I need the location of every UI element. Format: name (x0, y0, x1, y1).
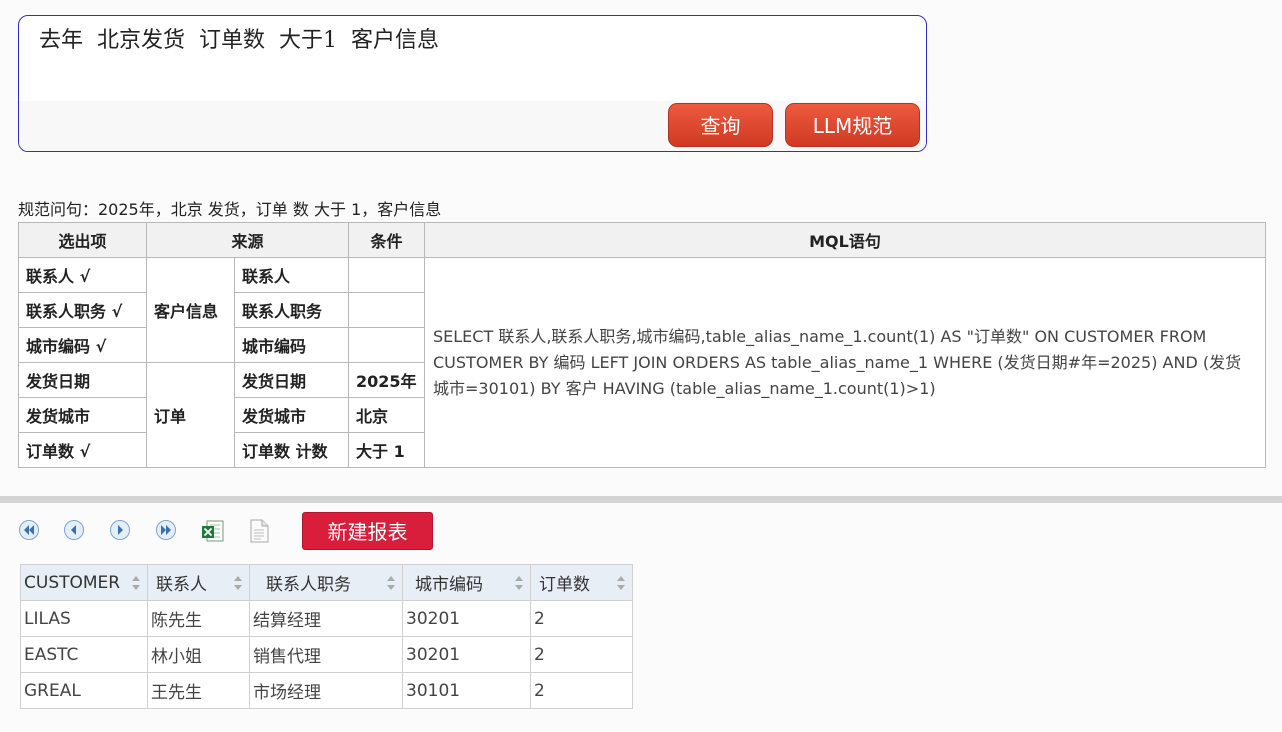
table-cell: LILAS (20, 600, 148, 637)
header-source: 来源 (146, 222, 349, 258)
next-page-icon[interactable] (109, 519, 131, 541)
analysis-header-row: 选出项 来源 条件 MQL语句 (18, 222, 1266, 258)
first-page-icon[interactable] (18, 519, 40, 541)
document-icon[interactable] (247, 519, 269, 543)
analysis-row: 联系人 √ 客户信息 联系人 SELECT 联系人,联系人职务,城市编码,tab… (18, 257, 1266, 468)
results-header-row: CUSTOMER 联系人 联系人职务 城市编码 订单数 (20, 564, 633, 601)
select-item: 发货日期 (18, 362, 147, 398)
new-report-button[interactable]: 新建报表 (302, 512, 433, 550)
condition-item: 2025年 (348, 362, 425, 398)
source-item: 城市编码 (234, 327, 349, 363)
table-row[interactable]: LILAS 陈先生 结算经理 30201 2 (20, 600, 633, 637)
last-page-icon[interactable] (155, 519, 177, 541)
select-item: 联系人 √ (18, 257, 147, 293)
query-box[interactable]: 去年 北京发货 订单数 大于1 客户信息 查询 LLM规范 (18, 15, 927, 152)
table-cell: 2 (530, 636, 633, 673)
table-cell: 30201 (402, 600, 531, 637)
group-label: 订单 (146, 362, 235, 468)
prev-page-icon[interactable] (63, 519, 85, 541)
table-cell: 市场经理 (249, 672, 403, 709)
column-header[interactable]: 订单数 (530, 564, 633, 601)
select-item: 联系人职务 √ (18, 292, 147, 328)
mql-statement: SELECT 联系人,联系人职务,城市编码,table_alias_name_1… (424, 257, 1266, 468)
analysis-table: 选出项 来源 条件 MQL语句 联系人 √ 客户信息 联系人 SELECT 联系… (18, 222, 1266, 468)
condition-item (348, 327, 425, 363)
sort-icon[interactable] (386, 574, 396, 592)
query-input[interactable]: 去年 北京发货 订单数 大于1 客户信息 (39, 22, 439, 54)
sort-icon[interactable] (131, 574, 141, 592)
table-cell: 结算经理 (249, 600, 403, 637)
table-cell: 30201 (402, 636, 531, 673)
table-cell: 王先生 (147, 672, 250, 709)
table-cell: 2 (530, 600, 633, 637)
table-cell: 30101 (402, 672, 531, 709)
excel-export-icon[interactable] (201, 519, 224, 542)
search-button[interactable]: 查询 (668, 103, 773, 147)
header-condition: 条件 (348, 222, 425, 258)
table-cell: 陈先生 (147, 600, 250, 637)
sort-icon[interactable] (514, 574, 524, 592)
source-item: 联系人 (234, 257, 349, 293)
table-row[interactable]: GREAL 王先生 市场经理 30101 2 (20, 672, 633, 709)
select-item: 发货城市 (18, 397, 147, 433)
condition-item (348, 257, 425, 293)
table-cell: EASTC (20, 636, 148, 673)
column-header-label: CUSTOMER (24, 572, 121, 593)
condition-item (348, 292, 425, 328)
sort-icon[interactable] (616, 574, 626, 592)
table-cell: 2 (530, 672, 633, 709)
condition-item: 北京 (348, 397, 425, 433)
table-cell: 林小姐 (147, 636, 250, 673)
column-header-label: 订单数 (539, 575, 590, 595)
normalized-question: 规范问句：2025年，北京 发货，订单 数 大于 1，客户信息 (18, 200, 442, 219)
table-cell: GREAL (20, 672, 148, 709)
results-table: CUSTOMER 联系人 联系人职务 城市编码 订单数 LILAS 陈先生 结算… (20, 564, 633, 709)
header-select: 选出项 (18, 222, 147, 258)
column-header[interactable]: 联系人 (147, 564, 250, 601)
sort-icon[interactable] (233, 574, 243, 592)
select-item: 订单数 √ (18, 432, 147, 468)
column-header-label: 联系人职务 (266, 575, 351, 595)
column-header[interactable]: 联系人职务 (249, 564, 403, 601)
source-item: 联系人职务 (234, 292, 349, 328)
column-header-label: 联系人 (156, 575, 207, 595)
table-cell: 销售代理 (249, 636, 403, 673)
select-item: 城市编码 √ (18, 327, 147, 363)
header-mql: MQL语句 (424, 222, 1266, 258)
column-header[interactable]: 城市编码 (402, 564, 531, 601)
source-item: 发货城市 (234, 397, 349, 433)
source-item: 发货日期 (234, 362, 349, 398)
group-label: 客户信息 (146, 257, 235, 363)
section-divider (0, 496, 1282, 503)
column-header-label: 城市编码 (415, 575, 483, 595)
llm-normalize-button[interactable]: LLM规范 (785, 103, 920, 147)
table-row[interactable]: EASTC 林小姐 销售代理 30201 2 (20, 636, 633, 673)
condition-item: 大于 1 (348, 432, 425, 468)
source-item: 订单数 计数 (234, 432, 349, 468)
column-header[interactable]: CUSTOMER (20, 564, 148, 601)
